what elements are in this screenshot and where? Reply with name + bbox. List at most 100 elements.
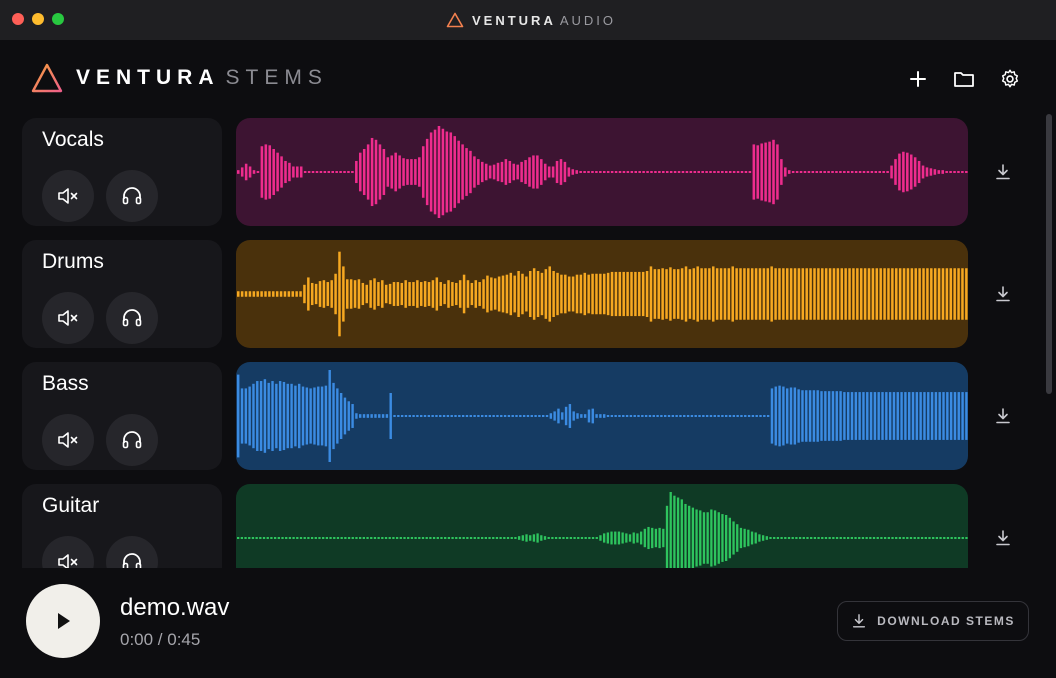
solo-button[interactable] — [106, 292, 158, 344]
waveform-bar — [946, 392, 949, 440]
download-stem-drums-button[interactable] — [990, 281, 1016, 307]
waveform-bar — [821, 537, 824, 539]
waveform-bar — [378, 414, 381, 418]
waveform-bar — [566, 537, 569, 539]
mute-button[interactable] — [42, 414, 94, 466]
waveform-bar — [704, 268, 707, 320]
waveform-bar — [260, 291, 263, 297]
waveform-bar — [728, 517, 731, 559]
waveform-vocals[interactable] — [236, 118, 968, 226]
waveform-bar — [440, 537, 443, 539]
waveform-bar — [496, 415, 499, 417]
waveform-bar — [374, 139, 378, 205]
waveform-bar — [429, 537, 432, 539]
waveform-bar — [495, 537, 499, 539]
waveform-bar — [634, 271, 637, 317]
waveform-bar — [930, 268, 933, 320]
waveform-bar — [880, 537, 883, 539]
waveform-bar — [407, 537, 410, 539]
waveform-bar — [521, 535, 524, 541]
download-stem-vocals-button[interactable] — [990, 159, 1016, 185]
waveform-bar — [928, 537, 931, 539]
waveform-bar — [560, 274, 563, 314]
waveform-bar — [625, 415, 629, 417]
mute-button[interactable] — [42, 170, 94, 222]
waveform-bass[interactable] — [236, 362, 968, 470]
waveform-bar — [427, 282, 431, 306]
waveform-bar — [295, 291, 298, 297]
waveform-bar — [240, 167, 244, 177]
waveform-bar — [264, 144, 268, 200]
waveform-bar — [410, 159, 413, 185]
waveform-bar — [526, 415, 530, 417]
waveform-bar — [717, 512, 720, 564]
waveform-bar — [693, 171, 697, 173]
waveform-bar — [275, 383, 278, 449]
close-window-button[interactable] — [12, 13, 24, 25]
waveform-bar — [750, 268, 754, 320]
waveform-bar — [244, 537, 247, 539]
waveform-bar — [766, 268, 770, 320]
waveform-bar — [915, 392, 919, 440]
settings-button[interactable] — [997, 66, 1023, 92]
waveform-bar — [568, 404, 572, 428]
waveform-bar — [732, 415, 736, 417]
waveform-bar — [949, 392, 953, 440]
waveform-bar — [626, 271, 629, 317]
download-stem-bass-button[interactable] — [990, 403, 1016, 429]
add-button[interactable] — [905, 66, 931, 92]
waveform-bar — [803, 171, 807, 173]
scrollbar[interactable] — [1046, 114, 1052, 394]
open-folder-button[interactable] — [951, 66, 977, 92]
waveform-bar — [891, 268, 894, 320]
waveform-bar — [339, 393, 343, 439]
waveform-bar — [342, 266, 345, 322]
maximize-window-button[interactable] — [52, 13, 64, 25]
waveform-bar — [706, 512, 709, 564]
solo-button[interactable] — [106, 414, 158, 466]
waveform-bar — [797, 389, 800, 443]
waveform-bar — [862, 171, 866, 173]
waveform-bar — [455, 282, 458, 306]
waveform-bar — [824, 391, 827, 441]
waveform-bar — [938, 392, 941, 440]
mute-button[interactable] — [42, 292, 94, 344]
waveform-bar — [291, 291, 294, 297]
waveform-bar — [420, 415, 423, 417]
waveform-bar — [700, 268, 703, 320]
waveform-bar — [770, 388, 774, 444]
waveform-bar — [909, 154, 913, 190]
waveform-bar — [492, 164, 496, 180]
waveform-bar — [251, 537, 255, 539]
track-name: Vocals — [42, 128, 104, 151]
solo-button[interactable] — [106, 170, 158, 222]
waveform-bar — [827, 391, 831, 441]
waveform-bar — [821, 268, 824, 320]
waveform-bar — [263, 379, 267, 453]
waveform-bar — [965, 537, 968, 539]
track-controls-drums: Drums — [22, 240, 222, 348]
waveform-bar — [338, 251, 341, 337]
waveform-bar — [580, 537, 584, 539]
play-button[interactable] — [26, 584, 100, 658]
waveform-bar — [902, 151, 905, 193]
waveform-bar — [437, 126, 441, 218]
waveform-bar — [680, 268, 684, 320]
waveform-bar — [610, 271, 614, 317]
waveform-bar — [961, 171, 964, 173]
waveform-bar — [408, 415, 411, 417]
waveform-drums[interactable] — [236, 240, 968, 348]
minimize-window-button[interactable] — [32, 13, 44, 25]
waveform-bar — [595, 537, 598, 539]
waveform-bar — [823, 171, 826, 173]
waveform-bar — [898, 153, 901, 191]
waveform-bar — [442, 415, 446, 417]
download-stems-button[interactable]: DOWNLOAD STEMS — [837, 601, 1029, 641]
waveform-bar — [629, 415, 633, 417]
waveform-bar — [369, 280, 372, 308]
waveform-bar — [778, 385, 781, 447]
waveform-bar — [946, 537, 950, 539]
waveform-bar — [844, 268, 847, 320]
waveform-bar — [793, 387, 797, 445]
download-stem-guitar-button[interactable] — [990, 525, 1016, 551]
